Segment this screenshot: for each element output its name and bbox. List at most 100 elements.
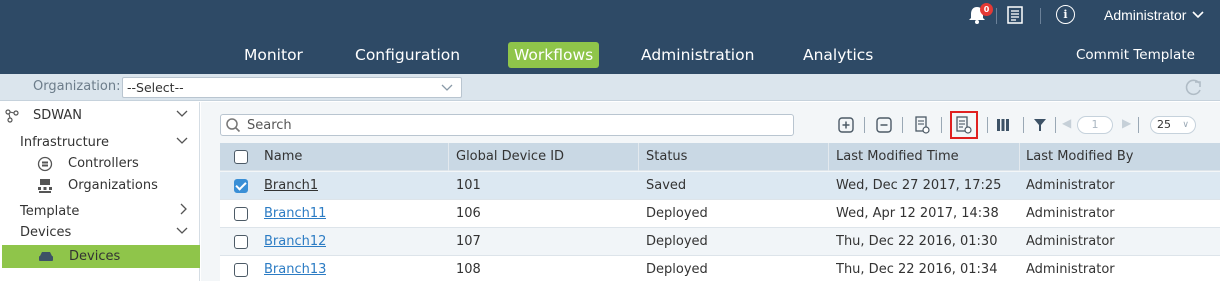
organization-select[interactable]: --Select-- bbox=[122, 77, 462, 98]
sidebar-item-devices-group[interactable]: Devices bbox=[0, 223, 200, 243]
commit-template-button[interactable]: Commit Template bbox=[1076, 42, 1195, 68]
device-name-link[interactable]: Branch1 bbox=[264, 178, 318, 193]
device-id: 101 bbox=[456, 178, 481, 193]
organization-selected: --Select-- bbox=[127, 80, 184, 95]
divider bbox=[902, 117, 903, 133]
table-header: Name Global Device ID Status Last Modifi… bbox=[220, 143, 1220, 171]
controllers-icon bbox=[37, 156, 53, 172]
divider bbox=[987, 117, 988, 133]
table-row[interactable]: Branch13 108 Deployed Thu, Dec 22 2016, … bbox=[220, 256, 1220, 281]
last-modified-by: Administrator bbox=[1026, 234, 1115, 249]
divider bbox=[1138, 117, 1139, 133]
notification-badge: 0 bbox=[980, 3, 993, 16]
device-id: 107 bbox=[456, 234, 481, 249]
next-page-icon[interactable]: ▶ bbox=[1122, 116, 1131, 130]
last-modified-by: Administrator bbox=[1026, 206, 1115, 221]
prev-page-icon[interactable]: ◀ bbox=[1062, 116, 1071, 130]
device-name-link[interactable]: Branch13 bbox=[264, 262, 326, 277]
top-header: 0 i Administrator Monitor Configuration … bbox=[0, 0, 1220, 74]
sidebar-item-infrastructure[interactable]: Infrastructure bbox=[0, 133, 200, 153]
columns-icon[interactable] bbox=[996, 115, 1010, 135]
nav-analytics[interactable]: Analytics bbox=[803, 42, 873, 68]
column-divider bbox=[1019, 143, 1020, 171]
sidebar-item-controllers[interactable]: Controllers bbox=[0, 154, 200, 174]
sidebar-item-label: Organizations bbox=[68, 178, 158, 193]
last-modified-time: Wed, Dec 27 2017, 17:25 bbox=[836, 178, 1002, 193]
last-modified-time: Thu, Dec 22 2016, 01:34 bbox=[836, 262, 998, 277]
page-size-select[interactable]: 25 ∨ bbox=[1150, 116, 1196, 134]
tasks-icon[interactable] bbox=[1007, 6, 1023, 24]
column-header[interactable]: Global Device ID bbox=[456, 143, 564, 171]
sidebar-item-template[interactable]: Template bbox=[0, 202, 200, 222]
search-icon bbox=[226, 118, 241, 133]
search-box bbox=[220, 114, 794, 136]
table-row[interactable]: Branch12 107 Deployed Thu, Dec 22 2016, … bbox=[220, 228, 1220, 256]
divider bbox=[1040, 8, 1041, 24]
sdwan-icon bbox=[5, 109, 19, 123]
device-status: Deployed bbox=[646, 206, 708, 221]
organization-bar: Organization: --Select-- bbox=[0, 74, 1220, 101]
device-status: Deployed bbox=[646, 262, 708, 277]
row-checkbox[interactable] bbox=[234, 263, 248, 277]
organization-label: Organization: bbox=[33, 79, 121, 94]
main-nav: Monitor Configuration Workflows Administ… bbox=[0, 42, 1220, 68]
column-header[interactable]: Last Modified Time bbox=[836, 143, 959, 171]
page-number[interactable]: 1 bbox=[1077, 116, 1113, 134]
export-icon[interactable] bbox=[914, 115, 930, 135]
device-status: Saved bbox=[646, 178, 687, 193]
search-input[interactable] bbox=[247, 116, 787, 134]
table-row[interactable]: Branch1 101 Saved Wed, Dec 27 2017, 17:2… bbox=[220, 172, 1220, 200]
chevron-right-icon bbox=[180, 203, 188, 219]
sidebar: SDWAN Infrastructure Controllers Organiz… bbox=[0, 102, 200, 281]
nav-workflows[interactable]: Workflows bbox=[508, 42, 600, 68]
page-size-value: 25 bbox=[1157, 118, 1171, 131]
table-row[interactable]: Branch11 106 Deployed Wed, Apr 12 2017, … bbox=[220, 200, 1220, 228]
select-all-checkbox[interactable] bbox=[234, 150, 248, 164]
device-name-link[interactable]: Branch12 bbox=[264, 234, 326, 249]
column-header[interactable]: Name bbox=[264, 143, 302, 171]
sidebar-item-label: Controllers bbox=[68, 156, 139, 171]
info-icon[interactable]: i bbox=[1056, 5, 1075, 24]
sidebar-item-label: Template bbox=[20, 204, 80, 219]
user-name: Administrator bbox=[1104, 7, 1187, 23]
user-menu[interactable]: Administrator bbox=[1104, 7, 1205, 23]
import-icon[interactable] bbox=[955, 115, 973, 135]
divider bbox=[996, 8, 997, 24]
chevron-down-icon bbox=[176, 134, 188, 149]
row-checkbox[interactable] bbox=[234, 235, 248, 249]
chevron-down-icon bbox=[441, 79, 453, 98]
filter-icon[interactable] bbox=[1033, 115, 1047, 135]
sidebar-item-devices[interactable]: Devices bbox=[2, 245, 200, 268]
last-modified-by: Administrator bbox=[1026, 178, 1115, 193]
sidebar-item-sdwan[interactable]: SDWAN bbox=[0, 106, 200, 126]
refresh-icon[interactable] bbox=[1182, 77, 1204, 99]
chevron-down-icon bbox=[176, 107, 188, 122]
column-header[interactable]: Last Modified By bbox=[1026, 143, 1133, 171]
column-divider bbox=[828, 143, 829, 171]
nav-monitor[interactable]: Monitor bbox=[244, 42, 303, 68]
sidebar-item-label: Devices bbox=[69, 249, 121, 264]
device-status: Deployed bbox=[646, 234, 708, 249]
device-name-link[interactable]: Branch11 bbox=[264, 206, 326, 221]
collapse-all-icon[interactable] bbox=[876, 115, 892, 135]
last-modified-time: Wed, Apr 12 2017, 14:38 bbox=[836, 206, 999, 221]
row-checkbox[interactable] bbox=[234, 179, 248, 193]
divider bbox=[941, 117, 942, 133]
chevron-down-icon bbox=[1192, 11, 1205, 19]
row-checkbox[interactable] bbox=[234, 207, 248, 221]
chevron-down-icon: ∨ bbox=[1182, 120, 1189, 130]
nav-administration[interactable]: Administration bbox=[641, 42, 754, 68]
device-id: 108 bbox=[456, 262, 481, 277]
last-modified-by: Administrator bbox=[1026, 262, 1115, 277]
column-divider bbox=[448, 143, 449, 171]
column-divider bbox=[638, 143, 639, 171]
sidebar-item-label: Infrastructure bbox=[20, 135, 109, 150]
sidebar-item-organizations[interactable]: Organizations bbox=[0, 176, 200, 196]
sidebar-item-label: SDWAN bbox=[33, 108, 83, 123]
expand-all-icon[interactable] bbox=[838, 115, 854, 135]
nav-configuration[interactable]: Configuration bbox=[355, 42, 460, 68]
sidebar-item-label: Devices bbox=[20, 225, 72, 240]
divider bbox=[1023, 117, 1024, 133]
chevron-down-icon bbox=[176, 224, 188, 239]
column-header[interactable]: Status bbox=[646, 143, 687, 171]
